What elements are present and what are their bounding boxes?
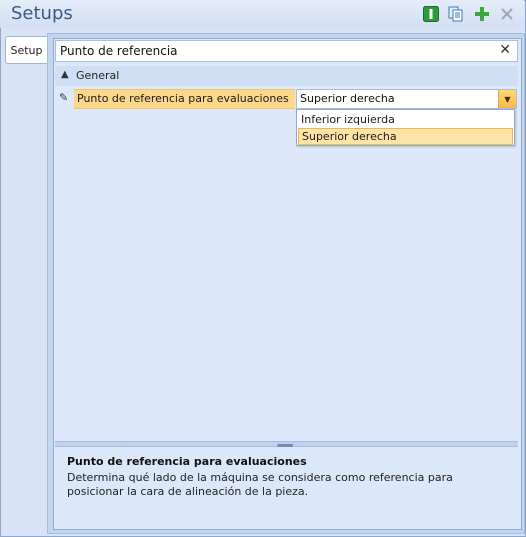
info-icon[interactable] [422, 5, 439, 22]
description-text: Determina qué lado de la máquina se cons… [67, 471, 453, 498]
dropdown-option-selected[interactable]: Superior derecha [298, 128, 513, 145]
tab-setup[interactable]: Setup [5, 36, 47, 64]
add-icon[interactable] [473, 5, 490, 22]
dropdown-option[interactable]: Inferior izquierda [298, 111, 513, 128]
pencil-icon: ✎ [59, 91, 69, 104]
description-pane: Punto de referencia para evaluaciones De… [55, 447, 518, 526]
property-value: Superior derecha [300, 92, 395, 105]
dropdown-list: Inferior izquierda Superior derecha [296, 109, 515, 146]
property-row[interactable]: ✎ Punto de referencia para evaluaciones … [55, 89, 518, 109]
clear-search-icon[interactable]: ✕ [499, 42, 511, 58]
property-name-cell[interactable]: Punto de referencia para evaluaciones [74, 89, 295, 109]
property-value-select[interactable]: Superior derecha ▼ [296, 89, 517, 109]
collapse-icon[interactable]: ▲ [61, 69, 69, 80]
category-label: General [76, 69, 120, 82]
window-title: Setups [11, 3, 73, 24]
category-general[interactable]: ▲ General [55, 66, 518, 86]
copy-icon[interactable] [447, 5, 464, 22]
search-text: Punto de referencia [60, 44, 178, 58]
search-input[interactable]: Punto de referencia ✕ [55, 40, 518, 62]
property-name: Punto de referencia para evaluaciones [77, 92, 289, 105]
title-bar: Setups [0, 0, 524, 28]
dropdown-arrow-icon[interactable]: ▼ [498, 90, 516, 108]
close-icon[interactable] [498, 5, 515, 22]
description-title: Punto de referencia para evaluaciones [67, 455, 307, 468]
